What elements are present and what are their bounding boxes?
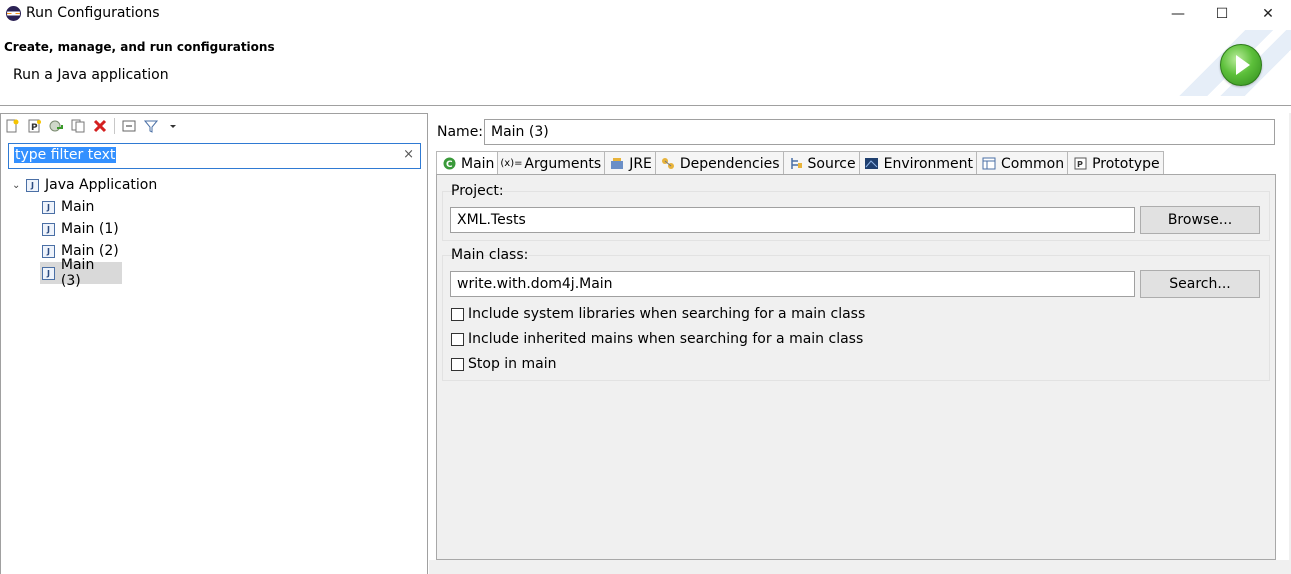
view-menu-icon[interactable] [165, 118, 181, 134]
minimize-button[interactable]: — [1155, 0, 1201, 28]
tree-category-java-application[interactable]: ⌄ J Java Application [12, 174, 412, 196]
tab-label: Environment [883, 155, 974, 172]
include-inherited-mains-checkbox[interactable] [451, 332, 464, 346]
project-label: Project: [451, 183, 504, 199]
left-toolbar: P [4, 116, 181, 136]
tab-label: Prototype [1092, 155, 1160, 172]
include-system-libraries-checkbox[interactable] [451, 307, 464, 321]
java-app-icon: J [26, 178, 39, 192]
stop-in-main-option[interactable]: Stop in main [451, 356, 556, 372]
common-icon [981, 157, 997, 171]
bottom-strip [429, 560, 1291, 574]
tab-common[interactable]: Common [976, 151, 1069, 175]
tab-prototype[interactable]: P Prototype [1067, 151, 1164, 175]
tab-label: Source [807, 155, 856, 172]
name-label: Name: [437, 124, 484, 140]
java-launch-icon: J [42, 266, 55, 280]
tree-item-label: Main (1) [61, 221, 119, 237]
eclipse-icon [6, 6, 21, 21]
collapse-all-icon[interactable] [121, 118, 137, 134]
maximize-button[interactable]: ☐ [1199, 0, 1245, 28]
tab-label: Arguments [524, 155, 602, 172]
new-prototype-icon[interactable]: P [26, 118, 42, 134]
tab-main[interactable]: C Main [436, 151, 499, 175]
main-class-input[interactable]: write.with.dom4j.Main [450, 271, 1135, 297]
delete-icon[interactable] [92, 118, 108, 134]
tab-arguments[interactable]: (x)= Arguments [497, 151, 606, 175]
toolbar-separator [114, 118, 115, 134]
filter-input[interactable]: type filter text × [8, 143, 421, 169]
filter-text[interactable]: type filter text [14, 147, 117, 163]
name-input[interactable]: Main (3) [484, 119, 1275, 145]
duplicate-icon[interactable] [70, 118, 86, 134]
tab-label: Common [1001, 155, 1065, 172]
include-inherited-mains-option[interactable]: Include inherited mains when searching f… [451, 331, 863, 347]
title-bar [0, 0, 1291, 30]
main-class-icon: C [441, 157, 457, 171]
jre-icon [609, 157, 625, 171]
tab-label: JRE [629, 155, 652, 172]
checkbox-label: Include inherited mains when searching f… [468, 331, 864, 347]
tab-source[interactable]: Source [782, 151, 860, 175]
tab-dependencies[interactable]: Dependencies [654, 151, 784, 175]
main-tab-content: Project: XML.Tests Browse... Main class:… [436, 174, 1276, 560]
java-launch-icon: J [42, 244, 55, 258]
configuration-tree: ⌄ J Java Application J Main J Main (1) J… [12, 174, 412, 289]
export-icon[interactable] [48, 118, 64, 134]
main-class-label: Main class: [451, 247, 529, 263]
dependencies-icon [660, 157, 676, 171]
tab-bar: C Main (x)= Arguments JRE Dependencies S… [436, 151, 1164, 175]
checkbox-label: Stop in main [468, 356, 557, 372]
java-launch-icon: J [42, 222, 55, 236]
tab-label: Dependencies [679, 155, 780, 172]
window-title: Run Configurations [26, 5, 160, 21]
tree-category-label: Java Application [45, 177, 158, 193]
close-button[interactable]: ✕ [1245, 0, 1291, 28]
tree-item-main-3[interactable]: J Main (3) [40, 257, 122, 289]
tree-item-main[interactable]: J Main [42, 196, 412, 218]
project-input[interactable]: XML.Tests [450, 207, 1135, 233]
tree-item-label: Main [61, 199, 95, 215]
tree-item-label: Main (3) [60, 257, 95, 289]
prototype-icon: P [1072, 157, 1088, 171]
environment-icon [864, 157, 880, 171]
tab-environment[interactable]: Environment [858, 151, 978, 175]
include-system-libraries-option[interactable]: Include system libraries when searching … [451, 306, 865, 322]
filter-icon[interactable] [143, 118, 159, 134]
tab-label: Main [461, 155, 495, 172]
chevron-down-icon[interactable]: ⌄ [12, 180, 26, 191]
arguments-icon: (x)= [500, 158, 523, 169]
tab-jre[interactable]: JRE [604, 151, 656, 175]
clear-filter-icon[interactable]: × [403, 147, 414, 162]
stop-in-main-checkbox[interactable] [451, 357, 464, 371]
svg-text:C: C [446, 160, 453, 170]
header-title: Create, manage, and run configurations [4, 40, 275, 54]
run-play-icon [1220, 44, 1262, 86]
tree-item-main-1[interactable]: J Main (1) [42, 218, 412, 240]
svg-text:P: P [1077, 160, 1083, 169]
header-subtitle: Run a Java application [13, 67, 169, 83]
browse-button[interactable]: Browse... [1140, 206, 1260, 234]
search-button[interactable]: Search... [1140, 270, 1260, 298]
source-icon [788, 157, 804, 171]
new-config-icon[interactable] [4, 118, 20, 134]
svg-text:P: P [31, 123, 38, 133]
checkbox-label: Include system libraries when searching … [468, 306, 866, 322]
java-launch-icon: J [42, 200, 55, 214]
